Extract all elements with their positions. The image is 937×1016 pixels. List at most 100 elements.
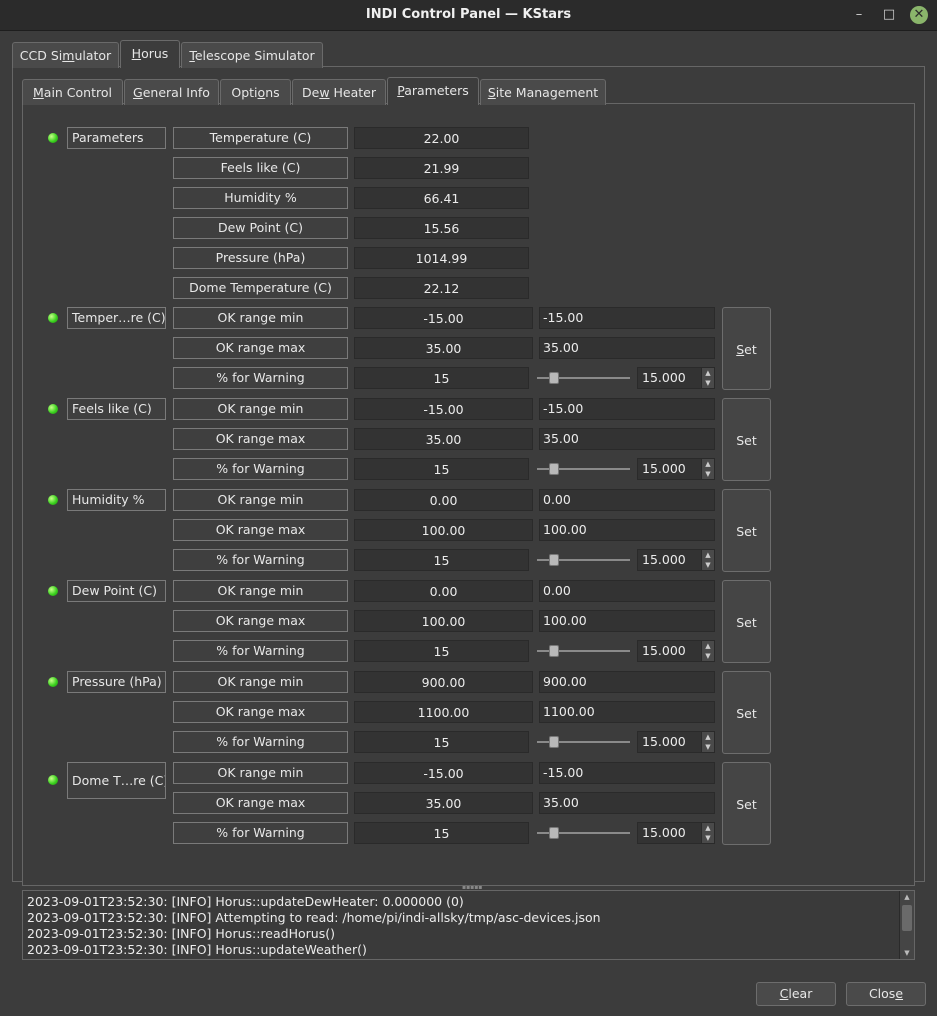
slider-handle[interactable] <box>549 645 559 657</box>
set-label: Set <box>736 615 757 630</box>
tab-mnemonic: M <box>32 85 44 100</box>
set-button[interactable]: Set <box>722 580 771 663</box>
range-max-input[interactable]: 35.00 <box>539 792 715 814</box>
log-output[interactable]: 2023-09-01T23:52:30: [INFO] Horus::updat… <box>22 890 915 960</box>
title-bar: INDI Control Panel — KStars – □ ✕ <box>0 0 937 31</box>
warning-slider[interactable] <box>537 640 630 662</box>
spin-arrows-icon[interactable]: ▲ ▼ <box>701 732 714 752</box>
warning-spinbox[interactable]: 15.000 ▲ ▼ <box>637 367 715 389</box>
window-title: INDI Control Panel — KStars <box>365 7 572 22</box>
tab-ccd-simulator[interactable]: CCD Simulator <box>12 42 119 68</box>
warning-spinbox[interactable]: 15.000 ▲ ▼ <box>637 640 715 662</box>
warning-spinbox[interactable]: 15.000 ▲ ▼ <box>637 458 715 480</box>
tab-telescope-simulator[interactable]: Telescope Simulator <box>181 42 323 68</box>
tab-general-info[interactable]: General Info <box>124 79 219 105</box>
warning-slider[interactable] <box>537 367 630 389</box>
warning-label: % for Warning <box>173 731 348 753</box>
spin-arrows-icon[interactable]: ▲ ▼ <box>701 459 714 479</box>
status-led-icon <box>48 586 58 596</box>
param-value: 21.99 <box>354 157 529 179</box>
tab-options[interactable]: Options <box>220 79 291 105</box>
tab-site-management[interactable]: Site Management <box>480 79 606 105</box>
slider-handle[interactable] <box>549 736 559 748</box>
set-label: Set <box>736 524 757 539</box>
tab-dew-heater[interactable]: Dew Heater <box>292 79 386 105</box>
range-max-value: 35.00 <box>354 337 533 359</box>
status-led-icon <box>48 677 58 687</box>
tab-label: orus <box>141 46 169 61</box>
button-label: lear <box>788 986 813 1001</box>
set-label: Set <box>736 797 757 812</box>
range-max-label: OK range max <box>173 337 348 359</box>
warning-label: % for Warning <box>173 549 348 571</box>
range-max-input[interactable]: 35.00 <box>539 428 715 450</box>
spinbox-value: 15.000 <box>642 643 686 658</box>
param-value: 22.00 <box>354 127 529 149</box>
warning-label: % for Warning <box>173 458 348 480</box>
property-label: Pressure (hPa) <box>67 671 166 693</box>
set-button[interactable]: Set <box>722 762 771 845</box>
scroll-up-icon[interactable]: ▲ <box>900 891 914 903</box>
spin-arrows-icon[interactable]: ▲ ▼ <box>701 550 714 570</box>
log-line: 2023-09-01T23:52:30: [INFO] Attempting t… <box>27 910 601 925</box>
param-label: Dew Point (C) <box>173 217 348 239</box>
range-max-value: 100.00 <box>354 519 533 541</box>
spin-arrows-icon[interactable]: ▲ ▼ <box>701 823 714 843</box>
spin-arrows-icon[interactable]: ▲ ▼ <box>701 641 714 661</box>
property-label: Parameters <box>67 127 166 149</box>
log-scrollbar[interactable]: ▲ ▼ <box>899 891 914 959</box>
scroll-thumb[interactable] <box>902 905 912 931</box>
param-value: 15.56 <box>354 217 529 239</box>
tab-main-control[interactable]: Main Control <box>22 79 123 105</box>
range-min-value: 900.00 <box>354 671 533 693</box>
range-min-input[interactable]: -15.00 <box>539 398 715 420</box>
range-min-input[interactable]: 0.00 <box>539 580 715 602</box>
range-min-input[interactable]: 0.00 <box>539 489 715 511</box>
range-min-input[interactable]: -15.00 <box>539 307 715 329</box>
tab-label: Opti <box>231 85 258 100</box>
status-led-icon <box>48 404 58 414</box>
scroll-down-icon[interactable]: ▼ <box>900 947 914 959</box>
range-min-input[interactable]: 900.00 <box>539 671 715 693</box>
splitter-handle-icon[interactable]: ▪▪▪▪▪ <box>462 885 482 891</box>
warning-value: 15 <box>354 458 529 480</box>
set-button[interactable]: Set <box>722 671 771 754</box>
close-icon[interactable]: ✕ <box>910 6 928 24</box>
set-label: Set <box>736 433 757 448</box>
set-button[interactable]: Set <box>722 398 771 481</box>
tab-parameters[interactable]: Parameters <box>387 77 479 105</box>
clear-button[interactable]: Clear <box>756 982 836 1006</box>
range-max-input[interactable]: 35.00 <box>539 337 715 359</box>
param-label: Dome Temperature (C) <box>173 277 348 299</box>
range-max-input[interactable]: 1100.00 <box>539 701 715 723</box>
warning-slider[interactable] <box>537 731 630 753</box>
range-min-label: OK range min <box>173 671 348 693</box>
warning-slider[interactable] <box>537 822 630 844</box>
log-line: 2023-09-01T23:52:30: [INFO] Horus::updat… <box>27 894 464 909</box>
range-min-input[interactable]: -15.00 <box>539 762 715 784</box>
warning-spinbox[interactable]: 15.000 ▲ ▼ <box>637 731 715 753</box>
tab-label: ite Management <box>495 85 599 100</box>
slider-handle[interactable] <box>549 827 559 839</box>
spinbox-value: 15.000 <box>642 734 686 749</box>
set-button[interactable]: Set <box>722 307 771 390</box>
range-min-label: OK range min <box>173 307 348 329</box>
warning-spinbox[interactable]: 15.000 ▲ ▼ <box>637 822 715 844</box>
slider-handle[interactable] <box>549 554 559 566</box>
warning-spinbox[interactable]: 15.000 ▲ ▼ <box>637 549 715 571</box>
spin-arrows-icon[interactable]: ▲ ▼ <box>701 368 714 388</box>
slider-handle[interactable] <box>549 372 559 384</box>
warning-slider[interactable] <box>537 549 630 571</box>
warning-slider[interactable] <box>537 458 630 480</box>
range-max-input[interactable]: 100.00 <box>539 610 715 632</box>
param-label: Humidity % <box>173 187 348 209</box>
close-button[interactable]: Close <box>846 982 926 1006</box>
minimize-icon[interactable]: – <box>850 6 868 24</box>
set-button[interactable]: Set <box>722 489 771 572</box>
range-max-input[interactable]: 100.00 <box>539 519 715 541</box>
slider-handle[interactable] <box>549 463 559 475</box>
warning-label: % for Warning <box>173 822 348 844</box>
range-max-value: 35.00 <box>354 792 533 814</box>
maximize-icon[interactable]: □ <box>880 6 898 24</box>
tab-horus[interactable]: Horus <box>120 40 180 68</box>
